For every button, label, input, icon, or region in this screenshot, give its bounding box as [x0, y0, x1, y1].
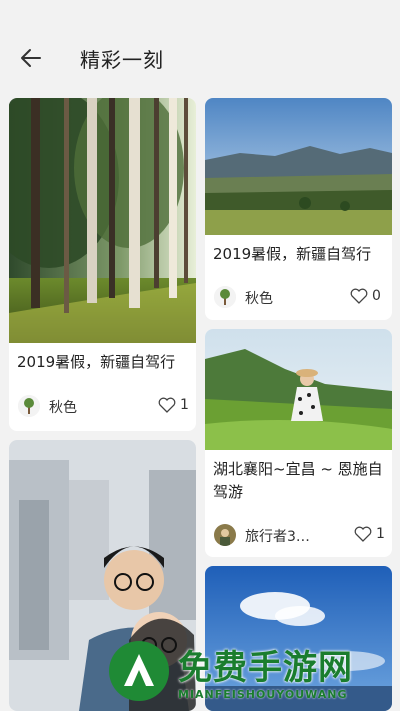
card-caption: 湖北襄阳~宜昌 ~ 恩施自驾游	[213, 460, 383, 501]
moment-card[interactable]: 2019暑假，新疆自驾行 秋色 0	[205, 98, 392, 320]
header: 精彩一刻	[0, 0, 400, 90]
author-avatar[interactable]	[214, 524, 236, 546]
site-logo	[109, 641, 169, 701]
like-button[interactable]: 1	[354, 526, 385, 542]
author-name[interactable]: 秋色	[245, 288, 273, 308]
watermark-subtitle: MIANFEISHOUYOUWANG	[178, 688, 348, 701]
like-button[interactable]: 0	[350, 288, 381, 304]
moment-card[interactable]: 湖北襄阳~宜昌 ~ 恩施自驾游 旅行者3… 1	[205, 329, 392, 557]
author-name[interactable]: 秋色	[49, 397, 77, 417]
like-count: 1	[180, 397, 189, 413]
card-caption: 2019暑假，新疆自驾行	[17, 353, 176, 371]
author-name[interactable]: 旅行者3…	[245, 526, 310, 546]
like-count: 0	[372, 288, 381, 304]
author-avatar[interactable]	[214, 286, 236, 308]
author-avatar[interactable]	[18, 395, 40, 417]
forest-photo	[9, 98, 196, 343]
back-arrow-icon[interactable]	[20, 47, 42, 69]
heart-icon	[350, 288, 368, 304]
heart-icon	[354, 526, 372, 542]
page-title: 精彩一刻	[80, 48, 164, 72]
like-count: 1	[376, 526, 385, 542]
heart-icon	[158, 397, 176, 413]
moment-card[interactable]: 2019暑假，新疆自驾行 秋色 1	[9, 98, 196, 431]
like-button[interactable]: 1	[158, 397, 189, 413]
valley-photo	[205, 98, 392, 235]
tea-hill-photo	[205, 329, 392, 450]
card-caption: 2019暑假，新疆自驾行	[213, 245, 372, 263]
watermark-title: 免费手游网	[178, 648, 353, 688]
